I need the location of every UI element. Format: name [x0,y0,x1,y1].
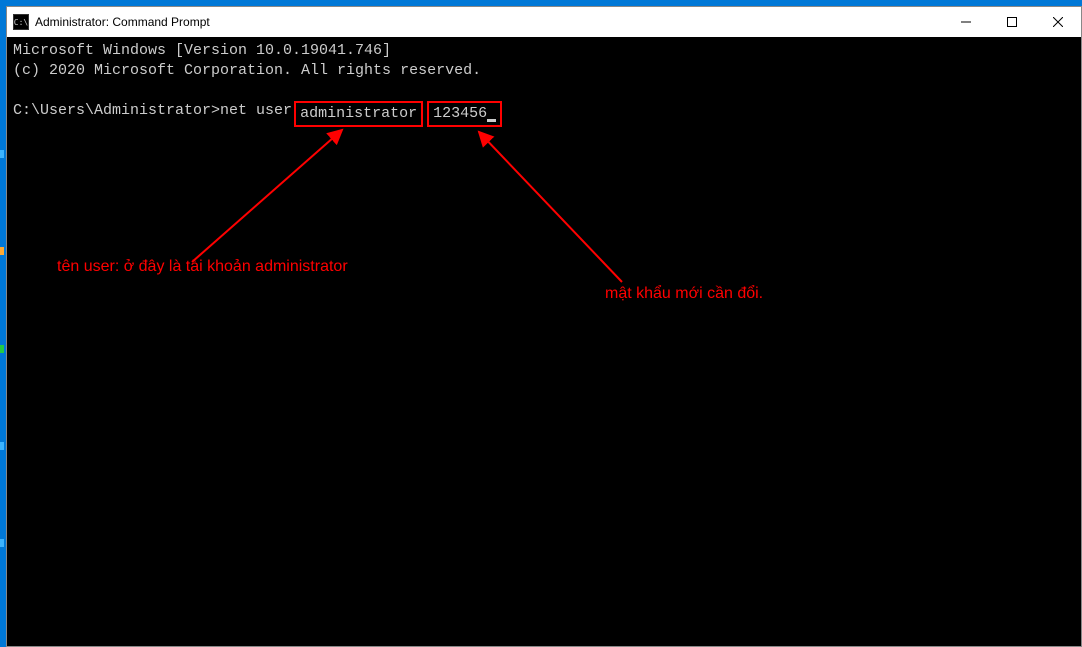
titlebar[interactable]: C:\ Administrator: Command Prompt [7,7,1081,37]
cmd-window: C:\ Administrator: Command Prompt Micros… [6,6,1082,647]
close-button[interactable] [1035,7,1081,37]
command-netuser: net user [220,101,292,127]
annotation-arrows [7,37,1081,646]
command-line: C:\Users\Administrator>net user administ… [13,101,1075,127]
cursor [487,119,496,122]
username-value: administrator [300,105,417,122]
copyright-line: (c) 2020 Microsoft Corporation. All righ… [13,61,1075,81]
window-title: Administrator: Command Prompt [35,15,210,29]
annotation-left-label: tên user: ở đây là tài khoản administrat… [57,257,348,277]
annotation-right-label: mật khẩu mới cần đổi. [605,284,763,304]
password-value: 123456 [433,105,487,122]
cmd-icon: C:\ [13,14,29,30]
highlight-username: administrator [294,101,423,127]
terminal-area[interactable]: Microsoft Windows [Version 10.0.19041.74… [7,37,1081,646]
highlight-password: 123456 [427,101,502,127]
prompt-text: C:\Users\Administrator> [13,101,220,127]
minimize-button[interactable] [943,7,989,37]
window-controls [943,7,1081,37]
annotation-layer: tên user: ở đây là tài khoản administrat… [7,37,1081,646]
arrow-right [479,132,622,282]
arrow-left [192,130,342,262]
maximize-button[interactable] [989,7,1035,37]
version-line: Microsoft Windows [Version 10.0.19041.74… [13,41,1075,61]
